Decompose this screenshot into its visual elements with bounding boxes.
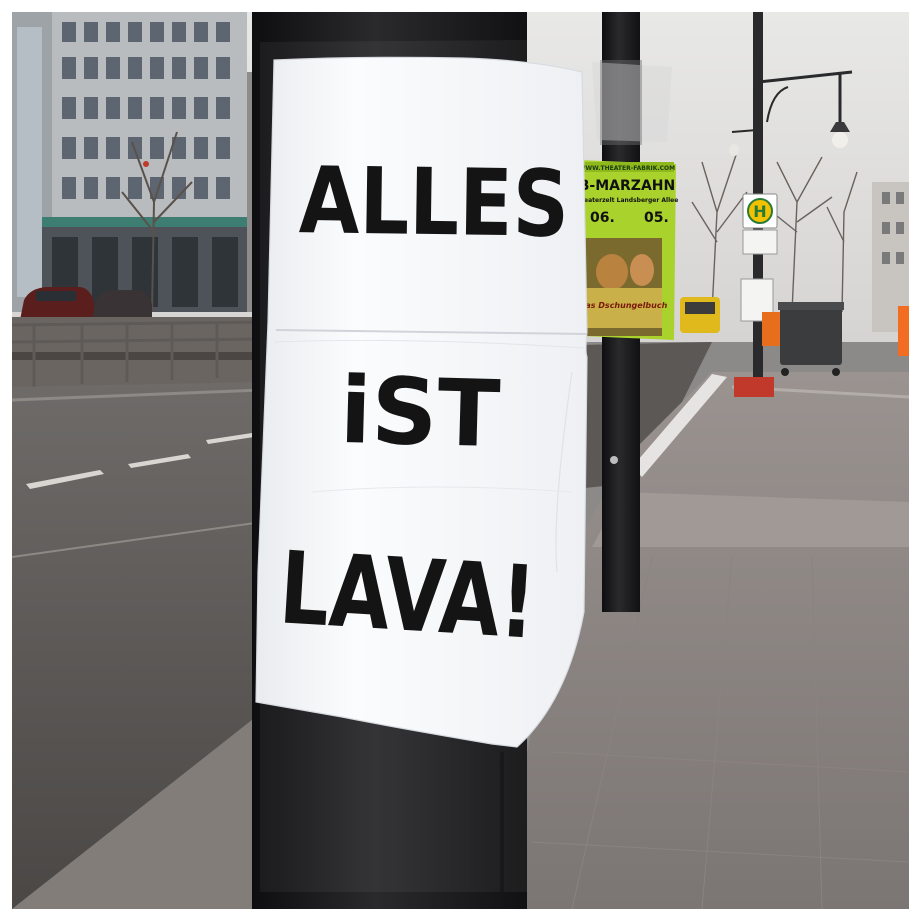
side-poster: WWW.THEATER-FABRIK.COM B-MARZAHN Theater… bbox=[576, 160, 679, 340]
poster-line-2: iST bbox=[339, 357, 502, 468]
dumpster bbox=[778, 302, 844, 376]
parked-cars bbox=[20, 287, 152, 320]
side-poster-show-title: Das Dschungelbuch bbox=[579, 301, 668, 310]
side-poster-subtitle: Theaterzelt Landsberger Allee bbox=[576, 197, 679, 204]
bus-stop-letter: H bbox=[753, 202, 766, 221]
side-poster-date-right: 05. bbox=[644, 210, 669, 226]
worker-orange bbox=[898, 306, 909, 356]
yellow-van bbox=[680, 297, 720, 333]
main-poster: ALLES iST LAVA! bbox=[255, 56, 588, 748]
side-poster-date-left: 06. bbox=[590, 210, 615, 226]
tram-rail bbox=[12, 352, 262, 360]
orange-bin bbox=[762, 312, 780, 346]
street-scene: H WWW.THEATER-FABRIK.COM B-MARZAHN Theat… bbox=[12, 12, 909, 909]
pole-shadow bbox=[500, 752, 504, 892]
poster-line-3: LAVA! bbox=[276, 529, 539, 661]
side-poster-title: B-MARZAHN bbox=[579, 178, 675, 194]
street-photo: H WWW.THEATER-FABRIK.COM B-MARZAHN Theat… bbox=[12, 12, 909, 909]
traffic-light bbox=[143, 161, 149, 167]
side-poster-url: WWW.THEATER-FABRIK.COM bbox=[579, 165, 675, 172]
poster-line-1: ALLES bbox=[298, 147, 569, 258]
